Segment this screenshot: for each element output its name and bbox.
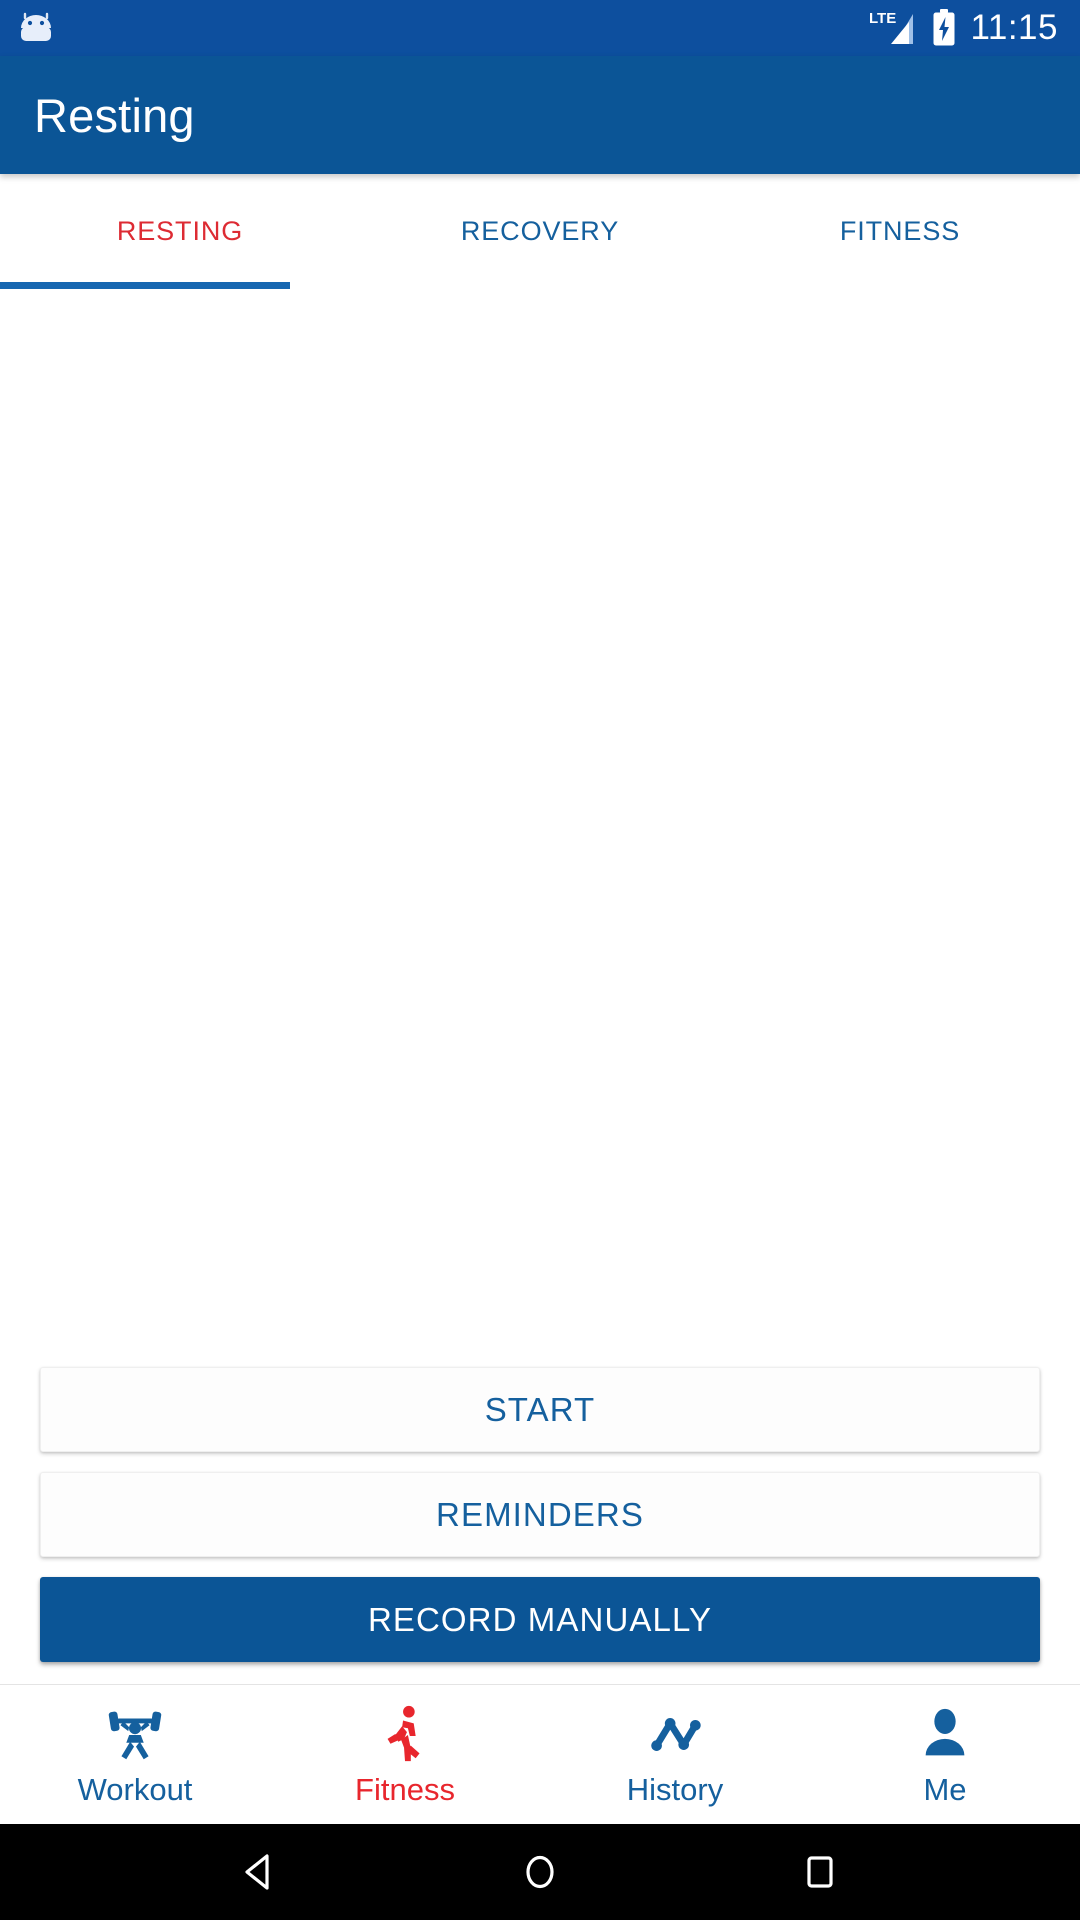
weightlifter-icon (103, 1702, 167, 1766)
status-bar: LTE 11:15 (0, 0, 1080, 56)
svg-text:LTE: LTE (869, 10, 896, 27)
running-person-icon (373, 1702, 437, 1766)
nav-item-fitness[interactable]: Fitness (270, 1702, 540, 1808)
tab-fitness[interactable]: FITNESS (720, 174, 1080, 289)
resting-content-area: START REMINDERS RECORD MANUALLY (0, 289, 1080, 1684)
signal-bars-icon: LTE (869, 8, 917, 48)
nav-item-me-label: Me (923, 1771, 967, 1807)
tab-fitness-label: FITNESS (839, 216, 961, 246)
record-manually-button[interactable]: RECORD MANUALLY (40, 1577, 1040, 1662)
nav-item-history[interactable]: History (540, 1702, 810, 1808)
nav-item-workout-label: Workout (77, 1771, 193, 1807)
reminders-button[interactable]: REMINDERS (40, 1472, 1040, 1557)
nav-item-history-label: History (626, 1771, 724, 1807)
tab-recovery-label: RECOVERY (460, 216, 620, 246)
tab-bar: RESTING RECOVERY FITNESS (0, 174, 1080, 289)
android-system-navigation (0, 1824, 1080, 1920)
status-bar-right: LTE 11:15 (869, 8, 1059, 48)
line-chart-icon (643, 1702, 707, 1766)
recents-square-icon[interactable] (785, 1837, 855, 1907)
tab-resting-label: RESTING (116, 216, 244, 246)
back-triangle-icon[interactable] (225, 1837, 295, 1907)
battery-charging-icon (931, 9, 957, 47)
home-circle-icon[interactable] (505, 1837, 575, 1907)
nav-item-workout[interactable]: Workout (0, 1702, 270, 1808)
android-robot-icon (18, 12, 54, 44)
status-bar-left (18, 12, 54, 44)
tab-indicator (0, 282, 290, 289)
status-bar-clock: 11:15 (970, 7, 1058, 47)
action-button-group: START REMINDERS RECORD MANUALLY (0, 1367, 1080, 1662)
person-icon (913, 1702, 977, 1766)
tab-resting[interactable]: RESTING (0, 174, 360, 289)
tab-recovery[interactable]: RECOVERY (360, 174, 720, 289)
app-bar: Resting (0, 56, 1080, 174)
page-title: Resting (34, 88, 195, 142)
nav-item-me[interactable]: Me (810, 1702, 1080, 1808)
bottom-navigation: Workout Fitness History Me (0, 1684, 1080, 1824)
start-button[interactable]: START (40, 1367, 1040, 1452)
phone-screen: LTE 11:15 Resting RESTING RECOVERY FITNE… (0, 0, 1080, 1920)
nav-item-fitness-label: Fitness (355, 1771, 455, 1807)
